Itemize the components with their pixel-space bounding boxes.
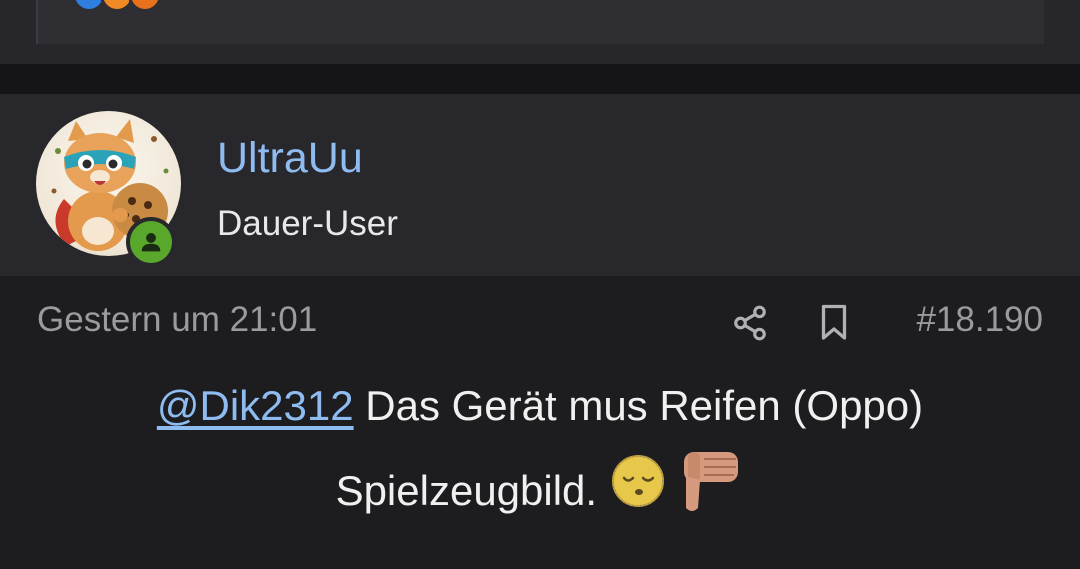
previous-post-card <box>0 0 1080 64</box>
reaction-summary[interactable] <box>72 0 162 12</box>
username-link[interactable]: UltraUu <box>217 134 363 183</box>
post-timestamp[interactable]: Gestern um 21:01 <box>37 300 317 340</box>
post-text-line2: Spielzeugbild. <box>335 467 598 515</box>
post-author-header: UltraUu Dauer-User <box>0 94 1080 276</box>
user-online-icon <box>141 233 161 252</box>
post-separator <box>0 64 1080 94</box>
user-mention-link[interactable]: @Dik2312 <box>157 382 354 429</box>
post-content: @Dik2312 Das Gerät mus Reifen (Oppo) Spi… <box>40 366 1040 542</box>
post-meta-row: Gestern um 21:01 #18.190 <box>0 300 1080 350</box>
online-status-badge <box>126 217 176 267</box>
post-number-link[interactable]: #18.190 <box>916 300 1043 340</box>
bookmark-icon <box>821 304 847 340</box>
post-text-line1: Das Gerät mus Reifen (Oppo) <box>353 382 924 429</box>
user-role-label: Dauer-User <box>217 204 398 243</box>
previous-post-quote <box>36 0 1044 44</box>
share-icon <box>734 305 766 341</box>
thumbs-down-emoji-icon <box>678 446 744 542</box>
sleepy-face-emoji-icon <box>609 452 667 536</box>
share-button[interactable] <box>729 300 771 346</box>
bookmark-button[interactable] <box>813 300 855 346</box>
